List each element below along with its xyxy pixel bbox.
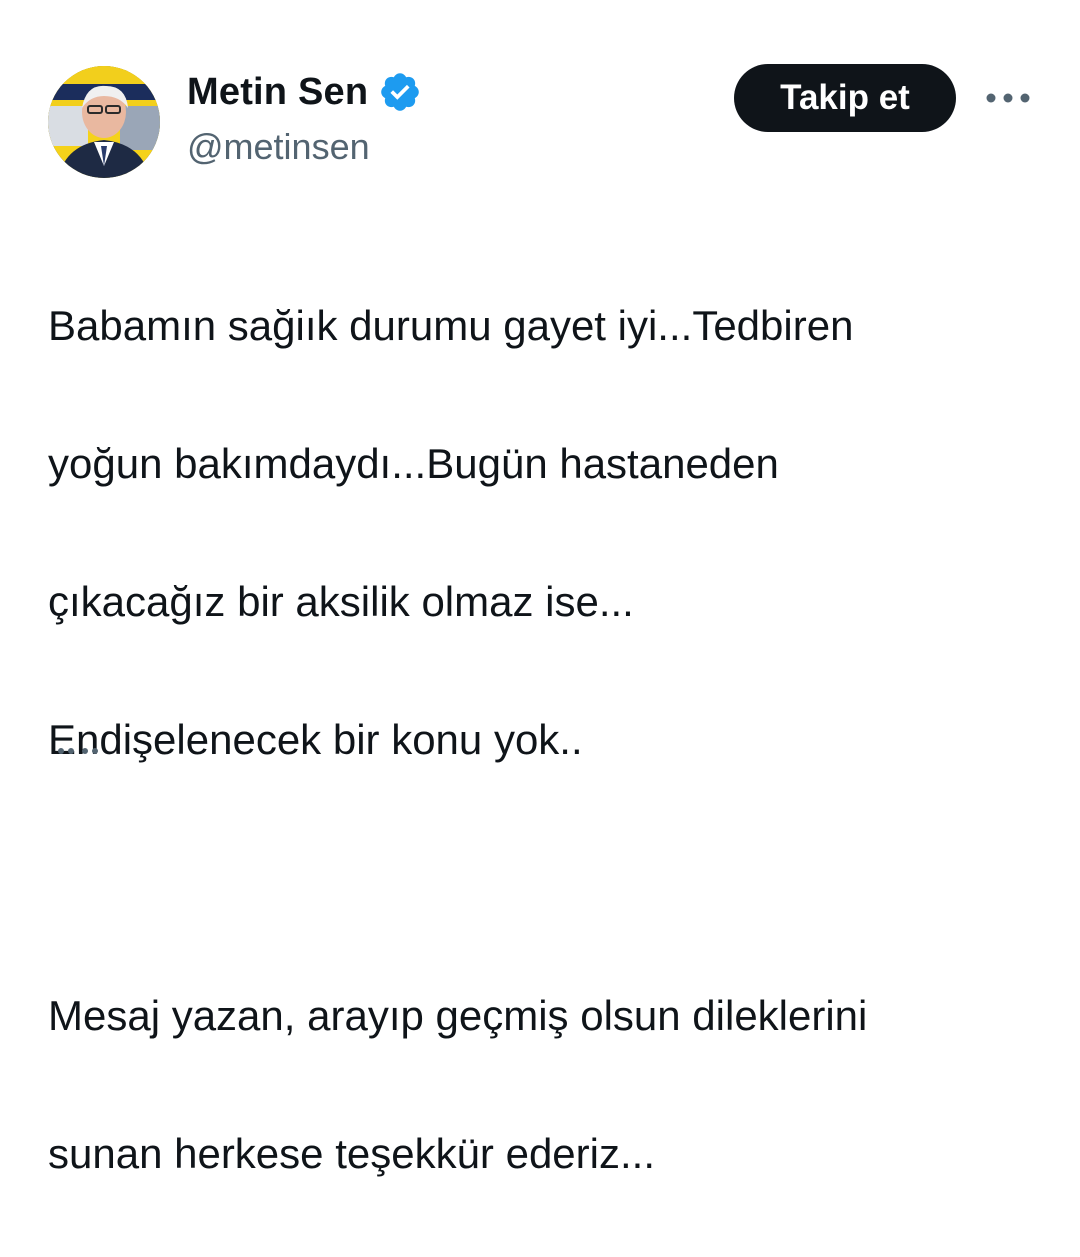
verified-badge-icon[interactable] xyxy=(378,70,422,114)
cut-off-glyph xyxy=(58,748,64,754)
author-info: Metin Sen @metinsen xyxy=(187,66,422,168)
author-handle[interactable]: @metinsen xyxy=(187,126,422,168)
follow-button[interactable]: Takip et xyxy=(734,64,956,132)
cut-off-content xyxy=(48,736,148,766)
author-name-row: Metin Sen xyxy=(187,66,422,118)
avatar-photo xyxy=(48,66,160,178)
author-display-name[interactable]: Metin Sen xyxy=(187,71,368,114)
avatar[interactable] xyxy=(48,66,160,178)
more-options-icon[interactable] xyxy=(980,78,1036,118)
cut-off-glyph xyxy=(82,748,88,754)
tweet-text-line: Babamın sağiık durumu gayet iyi...Tedbir… xyxy=(48,302,854,349)
tweet-text-line: çıkacağız bir aksilik olmaz ise... xyxy=(48,578,634,625)
tweet-card: Metin Sen @metinsen Takip et Babamın sağ… xyxy=(0,0,1080,1177)
tweet-text-line: sunan herkese teşekkür ederiz... xyxy=(48,1130,655,1177)
tweet-text-line: Mesaj yazan, arayıp geçmiş olsun dilekle… xyxy=(48,992,868,1039)
cut-off-glyph xyxy=(68,748,74,754)
tweet-text: Babamın sağiık durumu gayet iyi...Tedbir… xyxy=(48,222,1048,1257)
tweet-text-line: yoğun bakımdaydı...Bugün hastaneden xyxy=(48,440,779,487)
tweet-text-line: Endişelenecek bir konu yok.. xyxy=(48,716,583,763)
cut-off-glyph xyxy=(92,748,98,754)
